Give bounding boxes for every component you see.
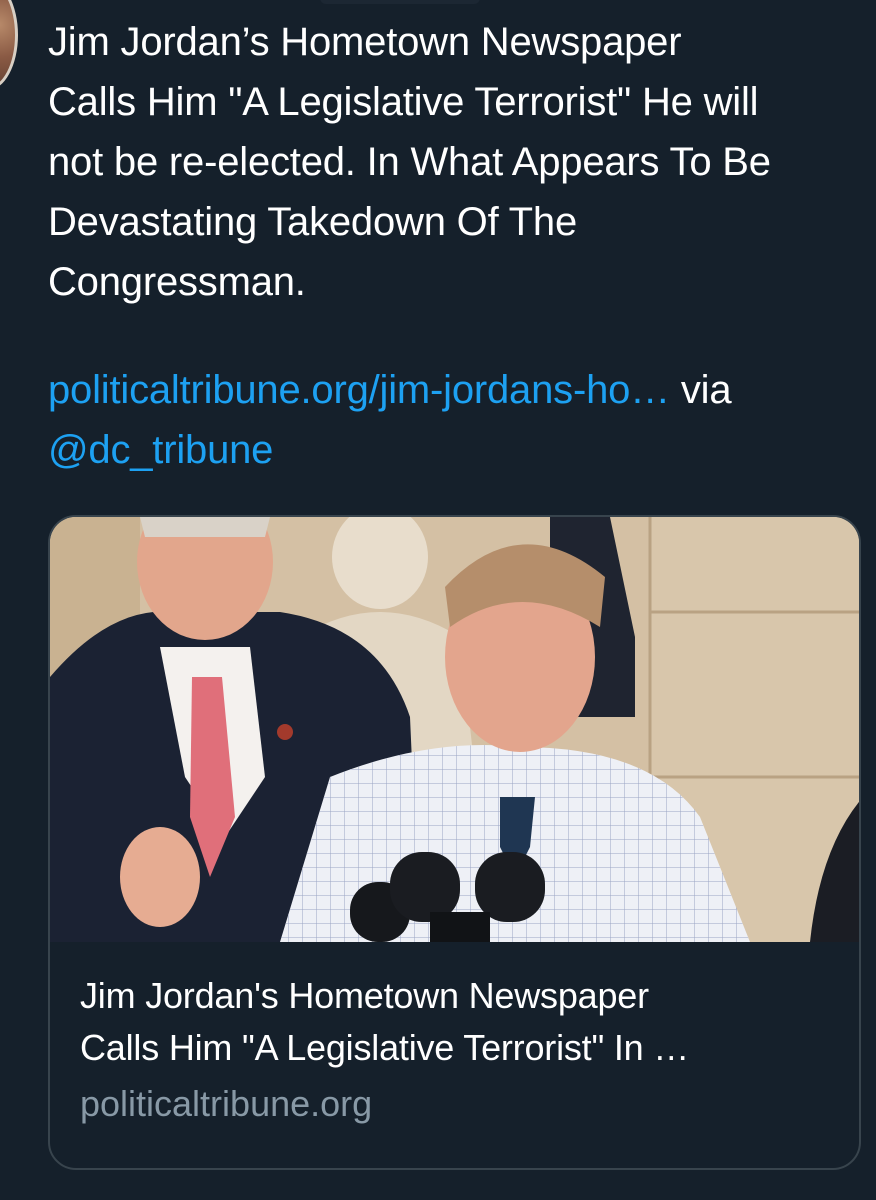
card-domain: politicaltribune.org: [80, 1083, 373, 1124]
tweet-link-line: politicaltribune.org/jim-jordans-ho… via…: [48, 360, 868, 480]
link-preview-card[interactable]: Jim Jordan's Hometown Newspaper Calls Hi…: [48, 515, 861, 1170]
tweet-text-line: Jim Jordan’s Hometown Newspaper: [48, 20, 682, 64]
tweet-text-line: not be re-elected. In What Appears To Be: [48, 140, 771, 184]
via-label: via: [669, 368, 732, 412]
avatar[interactable]: [0, 0, 18, 90]
tweet-text-line: Calls Him "A Legislative Terrorist" He w…: [48, 80, 759, 124]
header-decoration: [320, 0, 480, 4]
card-title[interactable]: Jim Jordan's Hometown Newspaper Calls Hi…: [80, 970, 829, 1074]
tweet-text-line: Congressman.: [48, 260, 306, 304]
mention-link[interactable]: @dc_tribune: [48, 428, 273, 472]
article-link[interactable]: politicaltribune.org/jim-jordans-ho…: [48, 368, 670, 412]
tweet[interactable]: Jim Jordan’s Hometown Newspaper Calls Hi…: [0, 0, 876, 1200]
card-image[interactable]: [50, 517, 859, 942]
tweet-text: Jim Jordan’s Hometown Newspaper Calls Hi…: [48, 12, 868, 312]
tweet-text-line: Devastating Takedown Of The: [48, 200, 577, 244]
card-title-line: Jim Jordan's Hometown Newspaper: [80, 975, 649, 1016]
card-title-line: Calls Him "A Legislative Terrorist" In …: [80, 1027, 690, 1068]
card-body: Jim Jordan's Hometown Newspaper Calls Hi…: [50, 944, 859, 1130]
press-conference-photo: [50, 517, 859, 942]
